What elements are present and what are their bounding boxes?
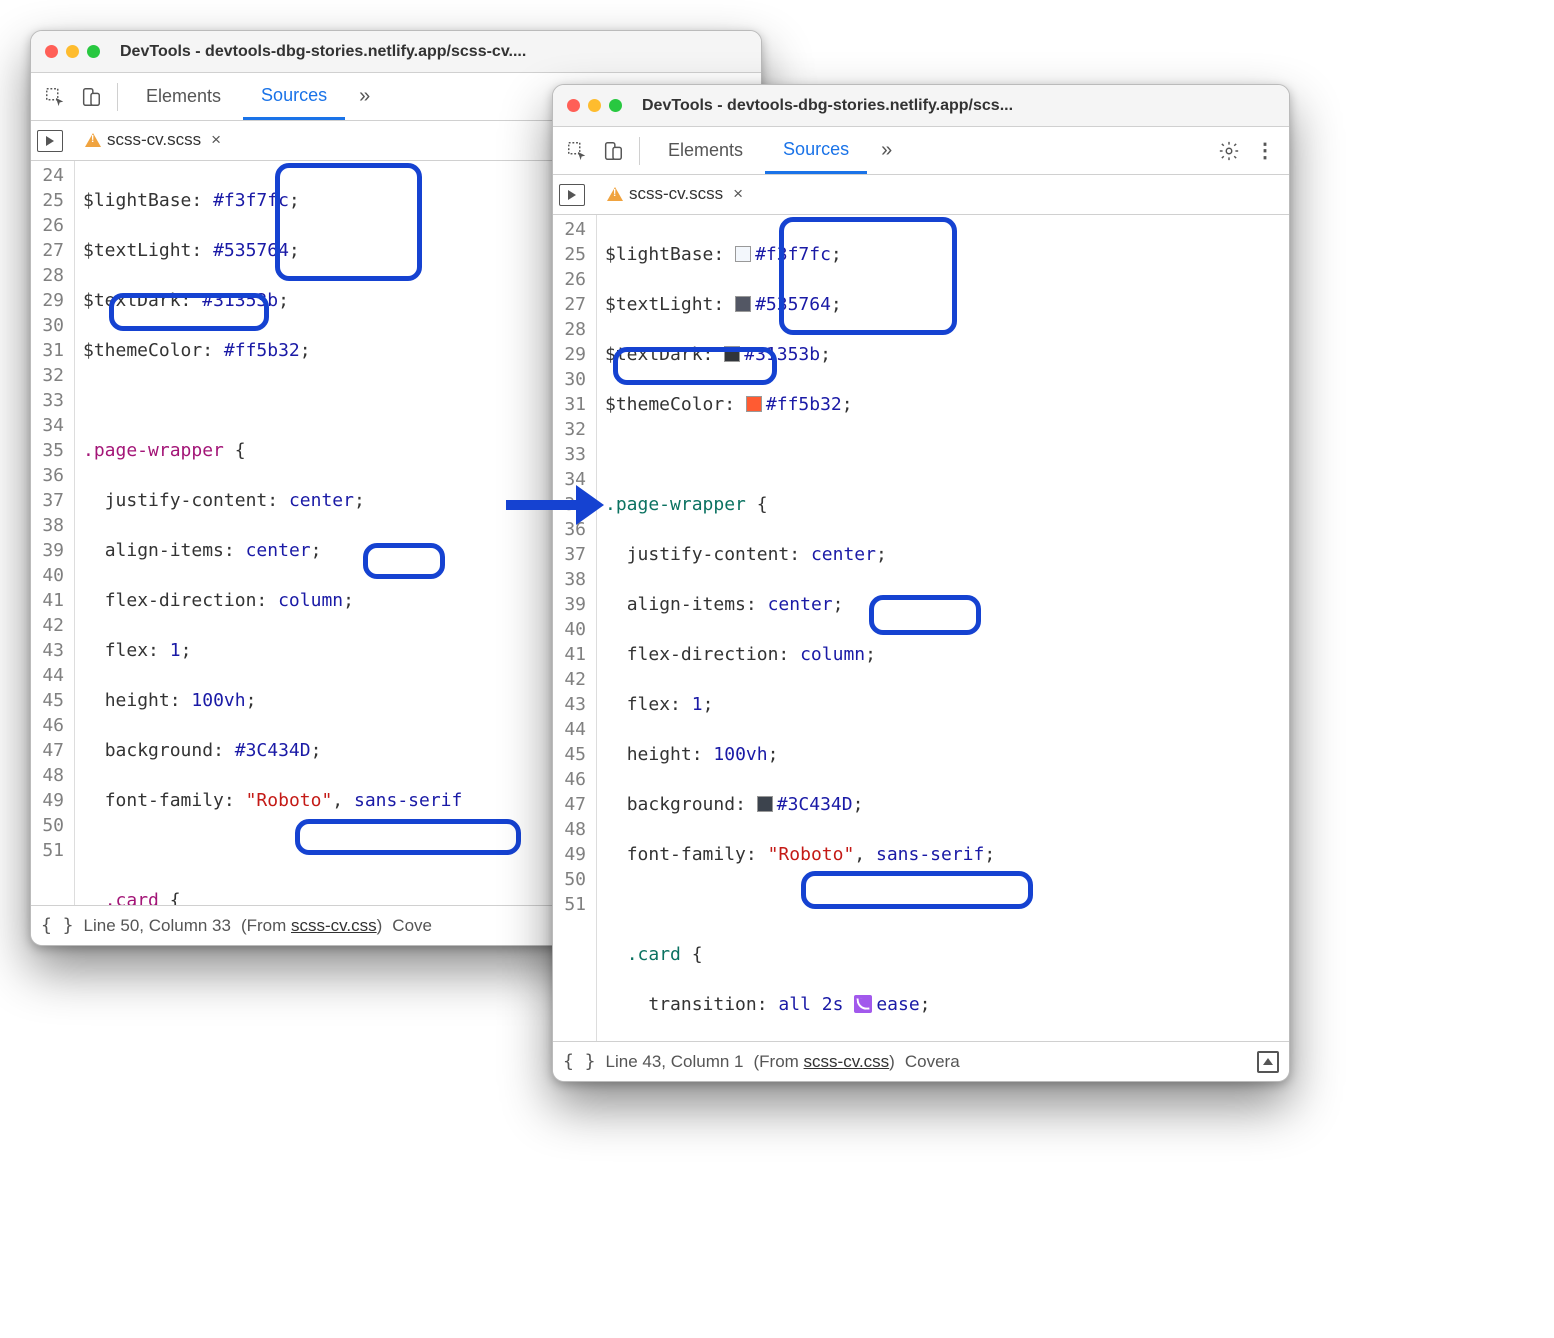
settings-icon[interactable] xyxy=(1213,135,1245,167)
warning-icon xyxy=(85,133,101,147)
format-icon[interactable]: { } xyxy=(563,1051,596,1072)
color-swatch[interactable] xyxy=(724,346,740,362)
inspect-icon[interactable] xyxy=(561,135,593,167)
zoom-light[interactable] xyxy=(609,99,622,112)
file-tab-scss[interactable]: scss-cv.scss × xyxy=(597,178,757,212)
status-from: (From scss-cv.css) xyxy=(754,1052,895,1072)
code-editor[interactable]: 2425262728293031323334353637383940414243… xyxy=(553,215,1289,1041)
minimize-light[interactable] xyxy=(588,99,601,112)
tab-sources[interactable]: Sources xyxy=(765,127,867,174)
status-coverage: Cove xyxy=(392,916,432,936)
status-from: (From scss-cv.css) xyxy=(241,916,382,936)
file-tab-label: scss-cv.scss xyxy=(629,184,723,204)
drawer-toggle-icon[interactable] xyxy=(1257,1051,1279,1073)
more-tabs-icon[interactable]: » xyxy=(349,85,380,108)
source-map-link[interactable]: scss-cv.css xyxy=(291,916,377,935)
file-tab-scss[interactable]: scss-cv.scss × xyxy=(75,124,235,158)
comparison-arrow-icon xyxy=(506,490,606,520)
close-tab-icon[interactable]: × xyxy=(207,130,225,150)
more-tabs-icon[interactable]: » xyxy=(871,139,902,162)
divider xyxy=(117,83,118,111)
tab-sources[interactable]: Sources xyxy=(243,73,345,120)
warning-icon xyxy=(607,187,623,201)
color-swatch[interactable] xyxy=(735,246,751,262)
navigator-toggle-icon[interactable] xyxy=(37,130,63,152)
navigator-toggle-icon[interactable] xyxy=(559,184,585,206)
traffic-lights xyxy=(567,99,622,112)
divider xyxy=(639,137,640,165)
status-linecol: Line 43, Column 1 xyxy=(606,1052,744,1072)
device-toolbar-icon[interactable] xyxy=(75,81,107,113)
close-light[interactable] xyxy=(567,99,580,112)
window-title: DevTools - devtools-dbg-stories.netlify.… xyxy=(642,97,1013,115)
kebab-menu-icon[interactable]: ⋮ xyxy=(1249,135,1281,167)
code-lines[interactable]: $lightBase: #f3f7fc; $textLight: #535764… xyxy=(597,215,1003,1041)
devtools-window-right: DevTools - devtools-dbg-stories.netlify.… xyxy=(552,84,1290,1082)
device-toolbar-icon[interactable] xyxy=(597,135,629,167)
status-coverage: Covera xyxy=(905,1052,960,1072)
main-toolbar: Elements Sources » ⋮ xyxy=(553,127,1289,175)
minimize-light[interactable] xyxy=(66,45,79,58)
titlebar: DevTools - devtools-dbg-stories.netlify.… xyxy=(31,31,761,73)
status-linecol: Line 50, Column 33 xyxy=(84,916,231,936)
file-tab-bar: scss-cv.scss × xyxy=(553,175,1289,215)
traffic-lights xyxy=(45,45,100,58)
line-gutter: 2425262728293031323334353637383940414243… xyxy=(553,215,597,1041)
color-swatch[interactable] xyxy=(735,296,751,312)
color-swatch[interactable] xyxy=(757,796,773,812)
format-icon[interactable]: { } xyxy=(41,915,74,936)
line-gutter: 2425262728293031323334353637383940414243… xyxy=(31,161,75,905)
source-map-link[interactable]: scss-cv.css xyxy=(804,1052,890,1071)
close-light[interactable] xyxy=(45,45,58,58)
status-bar: { } Line 43, Column 1 (From scss-cv.css)… xyxy=(553,1041,1289,1081)
easing-swatch[interactable] xyxy=(854,995,872,1013)
titlebar: DevTools - devtools-dbg-stories.netlify.… xyxy=(553,85,1289,127)
tab-elements[interactable]: Elements xyxy=(650,127,761,174)
tab-elements[interactable]: Elements xyxy=(128,73,239,120)
window-title: DevTools - devtools-dbg-stories.netlify.… xyxy=(120,43,526,61)
file-tab-label: scss-cv.scss xyxy=(107,130,201,150)
zoom-light[interactable] xyxy=(87,45,100,58)
inspect-icon[interactable] xyxy=(39,81,71,113)
color-swatch[interactable] xyxy=(746,396,762,412)
code-lines[interactable]: $lightBase: #f3f7fc; $textLight: #535764… xyxy=(75,161,470,905)
close-tab-icon[interactable]: × xyxy=(729,184,747,204)
